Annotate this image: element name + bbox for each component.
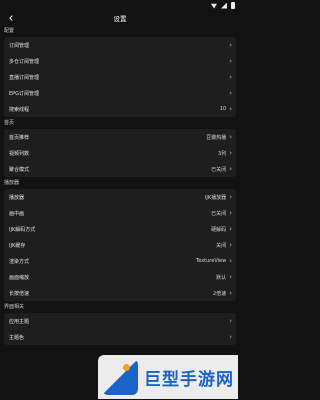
- chevron-right-icon: ›: [229, 208, 232, 217]
- row-label: IJK缓存: [9, 242, 26, 249]
- chevron-right-icon: ›: [229, 104, 232, 113]
- chevron-right-icon: ›: [229, 240, 232, 249]
- settings-row-home-recommend[interactable]: 首页推荐 豆瓣热播 ›: [4, 129, 236, 145]
- row-label: 视频列数: [9, 150, 30, 157]
- row-value: IJK播放器: [204, 194, 227, 201]
- chevron-right-icon: ›: [229, 316, 232, 325]
- settings-row-subscription[interactable]: 订阅管理 ›: [4, 37, 236, 53]
- wifi-icon: [211, 3, 217, 9]
- page-title: 设置: [113, 15, 127, 23]
- cellular-signal-icon: [221, 2, 227, 9]
- row-value: 已关闭: [211, 210, 227, 217]
- row-value: TextureView: [196, 258, 227, 264]
- row-value: 豆瓣热播: [206, 134, 227, 141]
- watermark-overlay: 巨型手游网: [98, 355, 238, 399]
- row-label: IJK解码方式: [9, 226, 36, 233]
- app-bar: ‹ 设置: [0, 11, 240, 25]
- row-value: 2倍速: [213, 290, 227, 297]
- player-card: 播放器 IJK播放器 › 画中画 已关闭 › IJK解码方式 硬解码 › IJK缓存 …: [4, 189, 236, 301]
- row-label: 订阅管理: [9, 42, 30, 49]
- settings-row-pip[interactable]: 画中画 已关闭 ›: [4, 205, 236, 221]
- home-card: 首页推荐 豆瓣热播 › 视频列数 3列 › 聚合模式 已关闭 ›: [4, 129, 236, 177]
- chevron-right-icon: ›: [229, 224, 232, 233]
- section-header-ui: 界面相关: [4, 304, 25, 310]
- row-label: 聚合模式: [9, 166, 30, 173]
- back-arrow-icon[interactable]: ‹: [4, 11, 18, 25]
- chevron-right-icon: ›: [229, 256, 232, 265]
- settings-row-long-press-speed[interactable]: 长按倍速 2倍速 ›: [4, 285, 236, 301]
- chevron-right-icon: ›: [229, 272, 232, 281]
- row-label: 多仓订阅管理: [9, 58, 40, 65]
- chevron-right-icon: ›: [229, 332, 232, 341]
- row-label: 长按倍速: [9, 290, 30, 297]
- settings-row-epg[interactable]: EPG订阅管理 ›: [4, 85, 236, 101]
- row-value: 10: [219, 106, 227, 112]
- row-label: 渲染方式: [9, 258, 30, 265]
- watermark-text: 巨型手游网: [144, 369, 234, 390]
- settings-row-aggregate[interactable]: 聚合模式 已关闭 ›: [4, 161, 236, 177]
- settings-row-theme[interactable]: 应用主题 ›: [4, 313, 236, 329]
- settings-row-ijk-decode[interactable]: IJK解码方式 硬解码 ›: [4, 221, 236, 237]
- chevron-right-icon: ›: [229, 132, 232, 141]
- row-value: 已关闭: [211, 166, 227, 173]
- status-bar: [0, 0, 240, 11]
- chevron-right-icon: ›: [229, 40, 232, 49]
- chevron-right-icon: ›: [229, 164, 232, 173]
- row-value: 3列: [218, 150, 227, 157]
- row-value: 关闭: [216, 242, 227, 249]
- row-value: 硬解码: [211, 226, 227, 233]
- site-logo-icon: [102, 359, 138, 395]
- chevron-right-icon: ›: [229, 88, 232, 97]
- settings-row-render[interactable]: 渲染方式 TextureView ›: [4, 253, 236, 269]
- chevron-right-icon: ›: [229, 72, 232, 81]
- row-label: 画中画: [9, 210, 25, 217]
- row-label: 搜索线程: [9, 106, 30, 113]
- settings-row-ijk-cache[interactable]: IJK缓存 关闭 ›: [4, 237, 236, 253]
- row-label: 应用主题: [9, 318, 30, 325]
- row-label: 播放器: [9, 194, 25, 201]
- config-card: 订阅管理 › 多仓订阅管理 › 直播订阅管理 › EPG订阅管理 › 搜索线程 …: [4, 37, 236, 117]
- settings-row-live[interactable]: 直播订阅管理 ›: [4, 69, 236, 85]
- row-value: 默认: [216, 274, 227, 281]
- row-label: 主题色: [9, 334, 25, 341]
- section-header-player: 播放器: [4, 180, 20, 186]
- section-header-home: 首页: [4, 120, 15, 126]
- chevron-right-icon: ›: [229, 56, 232, 65]
- chevron-right-icon: ›: [229, 192, 232, 201]
- row-label: 直播订阅管理: [9, 74, 40, 81]
- row-label: EPG订阅管理: [9, 90, 40, 97]
- ui-card: 应用主题 › 主题色 ›: [4, 313, 236, 345]
- settings-row-theme-color[interactable]: 主题色 ›: [4, 329, 236, 345]
- settings-row-multi-repo[interactable]: 多仓订阅管理 ›: [4, 53, 236, 69]
- section-header-config: 配置: [4, 28, 15, 34]
- row-label: 画面缩放: [9, 274, 30, 281]
- row-label: 首页推荐: [9, 134, 30, 141]
- battery-icon: [231, 2, 235, 9]
- chevron-right-icon: ›: [229, 288, 232, 297]
- chevron-right-icon: ›: [229, 148, 232, 157]
- settings-row-player[interactable]: 播放器 IJK播放器 ›: [4, 189, 236, 205]
- settings-row-search-threads[interactable]: 搜索线程 10 ›: [4, 101, 236, 117]
- settings-row-columns[interactable]: 视频列数 3列 ›: [4, 145, 236, 161]
- settings-row-scale[interactable]: 画面缩放 默认 ›: [4, 269, 236, 285]
